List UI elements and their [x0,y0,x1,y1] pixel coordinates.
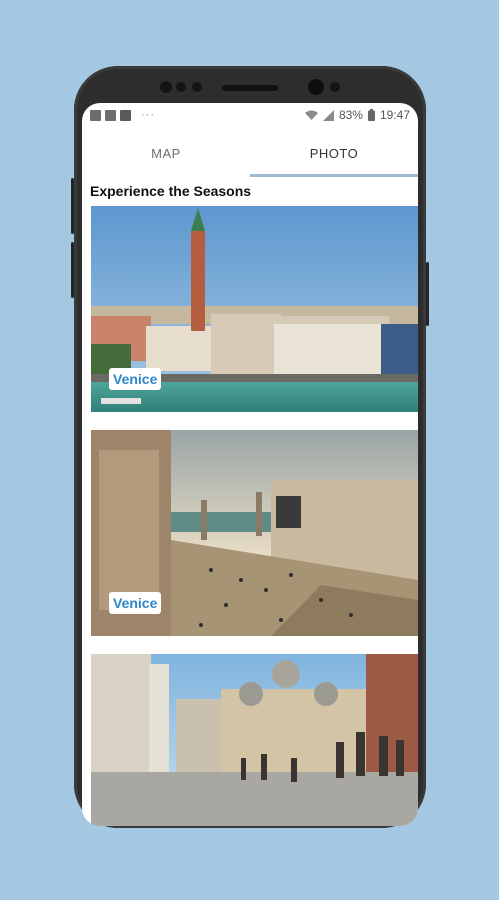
signal-icon [322,109,334,121]
sensor [160,81,172,93]
more-notifications-icon: ··· [141,109,155,121]
status-bar: ··· 83% 19:47 [82,103,418,129]
card-label: Venice [109,368,162,390]
tab-map[interactable]: MAP [82,129,250,177]
photo-card-venice[interactable]: Venice [91,206,418,412]
app-screen: ··· 83% 19:47 MAP PHOTO Experience the S… [82,103,418,826]
sensor [192,82,202,92]
tab-bar: MAP PHOTO [82,129,418,177]
tab-indicator [250,174,418,177]
sensor [330,82,340,92]
earpiece-speaker [222,85,278,91]
youtube-notification-icon [120,109,131,121]
image-notification-icon [90,109,101,121]
photo-card[interactable] [91,654,418,826]
clock: 19:47 [379,108,410,122]
system-icons: 83% 19:47 [304,108,410,122]
volume-button [71,178,74,234]
tab-photo[interactable]: PHOTO [250,129,418,177]
section-title: Experience the Seasons [90,183,252,199]
power-button [426,262,429,326]
bixby-button [71,242,74,298]
battery-percent: 83% [338,108,363,122]
flipboard-notification-icon [105,109,116,121]
notification-icons: ··· [90,109,155,121]
sensor [176,82,186,92]
battery-icon [367,109,375,121]
front-camera [308,79,324,95]
wifi-icon [304,110,318,120]
basilica-photo [91,654,418,826]
phone-frame: ··· 83% 19:47 MAP PHOTO Experience the S… [71,66,429,828]
photo-card-venice[interactable]: Venice [91,430,418,636]
card-label: Venice [109,592,162,614]
